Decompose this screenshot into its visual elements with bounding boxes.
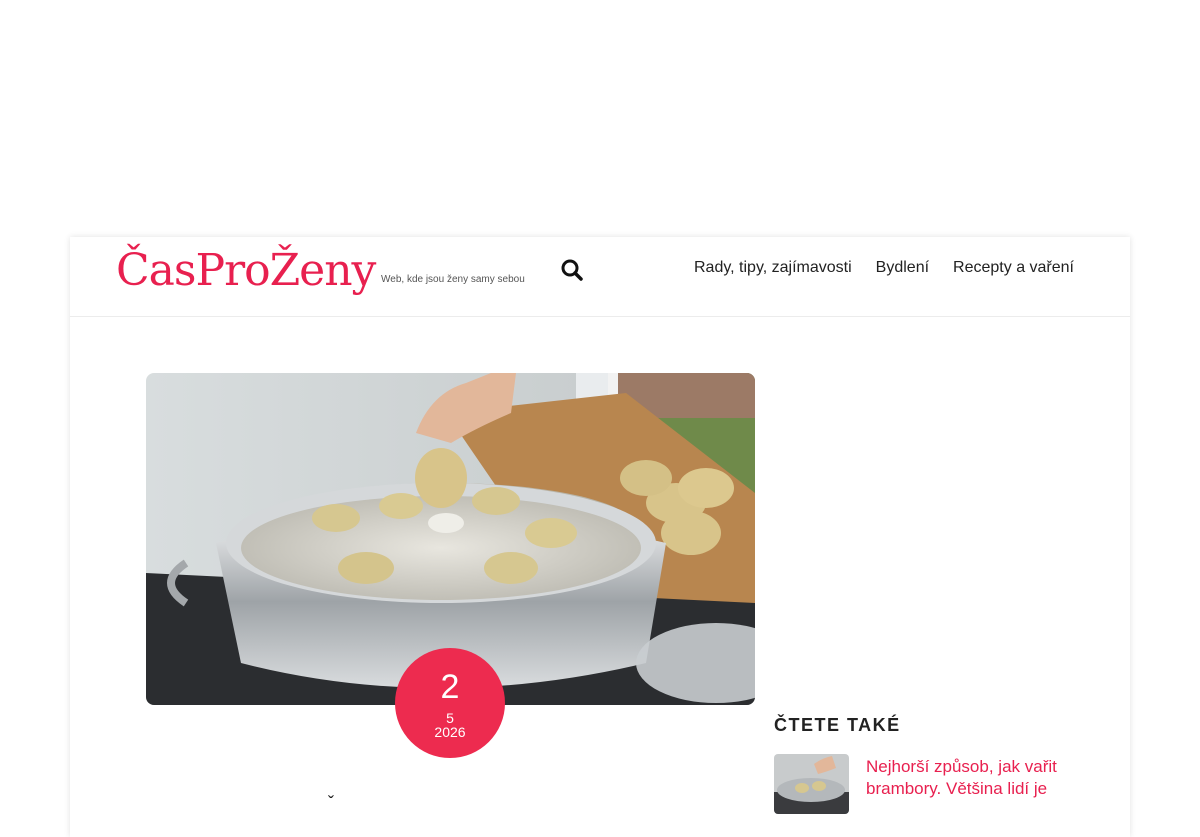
sidebar-article-item[interactable]: Nejhorší způsob, jak vařit brambory. Vět… — [774, 754, 1074, 834]
sidebar-heading: ČTETE TAKÉ — [774, 715, 901, 735]
ad-space — [0, 0, 1200, 237]
site-header: ČasProŽeny Web, kde jsou ženy samy sebou… — [70, 237, 1130, 317]
sidebar-article-title[interactable]: Nejhorší způsob, jak vařit brambory. Vět… — [866, 756, 1076, 800]
nav-item-recepty[interactable]: Recepty a vaření — [953, 259, 1074, 277]
site-container: ČasProŽeny Web, kde jsou ženy samy sebou… — [70, 237, 1130, 837]
article-title-peek: ˇ — [328, 793, 334, 813]
thumbnail-image — [774, 754, 849, 814]
sidebar-article-thumbnail[interactable] — [774, 754, 849, 814]
article-date-badge: 2 5 2026 — [395, 648, 505, 758]
search-button[interactable] — [559, 257, 585, 283]
date-day: 2 — [440, 668, 460, 706]
site-tagline: Web, kde jsou ženy samy sebou — [381, 274, 525, 285]
main-nav: Rady, tipy, zajímavosti Bydlení Recepty … — [694, 259, 1074, 277]
nav-item-rady[interactable]: Rady, tipy, zajímavosti — [694, 259, 852, 277]
search-icon — [561, 259, 583, 281]
nav-item-bydleni[interactable]: Bydlení — [876, 259, 929, 277]
date-year: 2026 — [434, 724, 466, 740]
site-logo[interactable]: ČasProŽeny — [116, 245, 376, 296]
